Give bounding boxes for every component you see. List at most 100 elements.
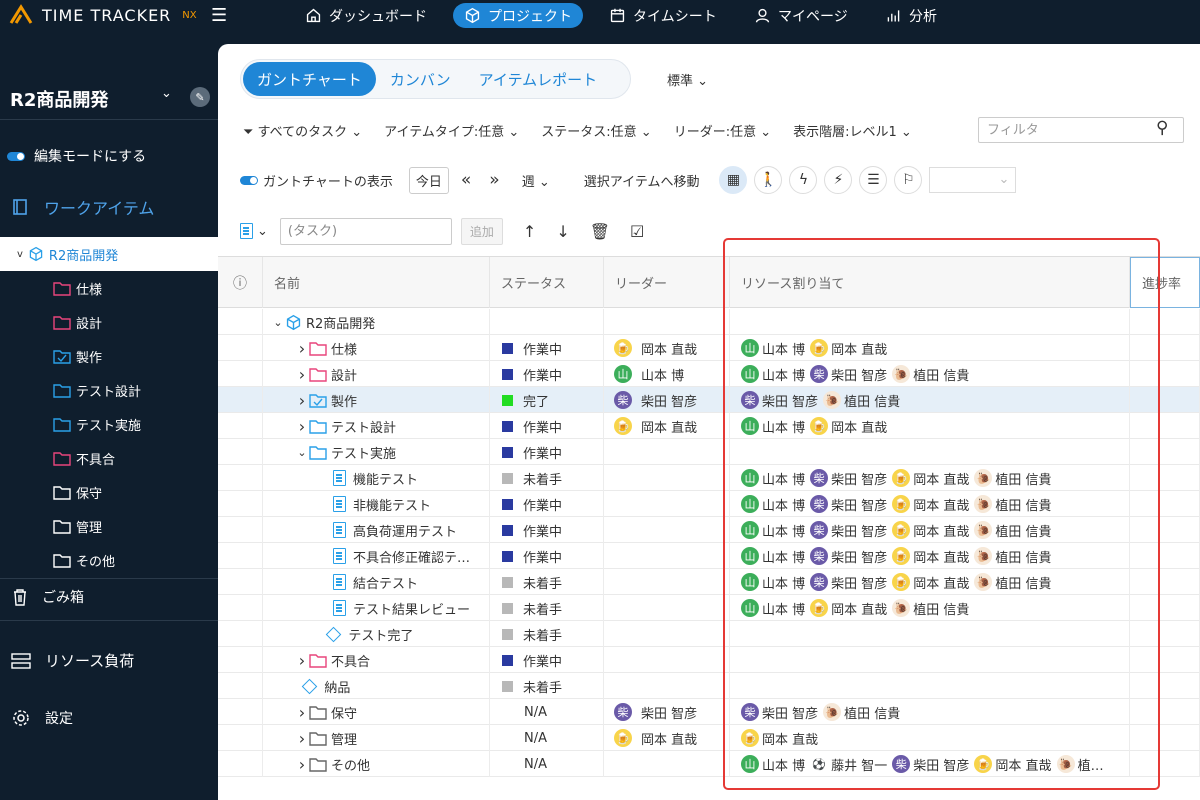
chevron-right-icon[interactable]: ›: [295, 365, 309, 384]
resource-cell[interactable]: [730, 673, 1130, 699]
sidebar-tree-item[interactable]: テスト実施: [53, 415, 141, 434]
chevron-right-icon[interactable]: ›: [295, 729, 309, 748]
filter-all-tasks[interactable]: ⏷ すべてのタスク ⌄: [243, 121, 362, 140]
status-cell[interactable]: N/A: [490, 725, 604, 751]
name-cell[interactable]: › テスト設計: [263, 413, 490, 439]
chevron-down-icon[interactable]: ⌄: [257, 224, 268, 239]
nav-analysis[interactable]: 分析: [874, 3, 948, 28]
chevron-down-icon[interactable]: ⌄: [161, 86, 172, 101]
name-cell[interactable]: › 管理: [263, 725, 490, 751]
name-cell[interactable]: ⌄ テスト実施: [263, 439, 490, 465]
table-row[interactable]: 高負荷運用テスト 作業中 山山本 博柴柴田 智彦 🍺 岡本 直哉 🐌 植田 信貴: [218, 517, 1200, 543]
info-icon[interactable]: ⓘ: [218, 257, 263, 308]
brand-logo[interactable]: TIME TRACKER NX: [8, 4, 197, 26]
status-cell[interactable]: N/A: [490, 699, 604, 725]
today-button[interactable]: 今日: [408, 166, 449, 194]
arrow-down-icon[interactable]: ↓: [556, 222, 569, 241]
leader-cell[interactable]: [604, 621, 730, 647]
stack-icon[interactable]: ☰: [859, 166, 888, 194]
name-cell[interactable]: 不具合修正確認テ…: [263, 543, 490, 569]
name-cell[interactable]: テスト完了: [263, 621, 490, 647]
resource-cell[interactable]: 山山本 博柴柴田 智彦 🍺 岡本 直哉 🐌 植田 信貴: [730, 517, 1130, 543]
sidebar-tree-item[interactable]: 設計: [53, 313, 102, 332]
name-cell[interactable]: › 不具合: [263, 647, 490, 673]
name-cell[interactable]: ⌄ R2商品開発: [263, 309, 490, 335]
table-row[interactable]: 不具合修正確認テ… 作業中 山山本 博柴柴田 智彦 🍺 岡本 直哉 🐌 植田 信貴: [218, 543, 1200, 569]
name-cell[interactable]: › その他: [263, 751, 490, 777]
zoom-select[interactable]: ⌄: [929, 167, 1017, 193]
sidebar-tree-item[interactable]: 不具合: [53, 449, 115, 468]
double-chevron-left-icon[interactable]: «: [461, 170, 471, 190]
task-name-input[interactable]: [279, 217, 452, 245]
table-row[interactable]: › 仕様 作業中 🍺 岡本 直哉山山本 博 🍺 岡本 直哉: [218, 335, 1200, 361]
resource-cell[interactable]: 山山本 博柴柴田 智彦 🍺 岡本 直哉 🐌 植田 信貴: [730, 543, 1130, 569]
name-cell[interactable]: 高負荷運用テスト: [263, 517, 490, 543]
chevron-down-icon[interactable]: ⌄: [295, 446, 309, 459]
search-icon[interactable]: ⚲: [1156, 118, 1168, 138]
status-cell[interactable]: 作業中: [490, 517, 604, 543]
double-chevron-right-icon[interactable]: »: [489, 170, 499, 190]
status-cell[interactable]: 作業中: [490, 491, 604, 517]
leader-cell[interactable]: [604, 465, 730, 491]
column-header-name[interactable]: 名前: [263, 257, 490, 308]
sidebar-item-trash[interactable]: ごみ箱: [12, 587, 84, 607]
column-header-status[interactable]: ステータス: [490, 257, 604, 308]
sidebar-tree-item[interactable]: その他: [53, 551, 115, 570]
leader-cell[interactable]: [604, 491, 730, 517]
nav-mypage[interactable]: マイページ: [743, 3, 859, 28]
name-cell[interactable]: 納品: [263, 673, 490, 699]
sidebar-tree-item[interactable]: 管理: [53, 517, 102, 536]
name-cell[interactable]: › 仕様: [263, 335, 490, 361]
status-cell[interactable]: [490, 309, 604, 335]
table-row[interactable]: › 保守 N/A 柴柴田 智彦柴柴田 智彦 🐌 植田 信貴: [218, 699, 1200, 725]
sidebar-item-resource-load[interactable]: リソース負荷: [11, 650, 134, 671]
status-cell[interactable]: 作業中: [490, 335, 604, 361]
table-row[interactable]: › 管理 N/A 🍺 岡本 直哉 🍺 岡本 直哉: [218, 725, 1200, 751]
project-name[interactable]: R2商品開発: [10, 86, 108, 112]
filter-level[interactable]: 表示階層:レベル1 ⌄: [793, 121, 912, 140]
name-cell[interactable]: › 製作: [263, 387, 490, 413]
nav-project[interactable]: プロジェクト: [453, 3, 583, 28]
leader-cell[interactable]: [604, 309, 730, 335]
flag-icon[interactable]: ⚐: [894, 166, 923, 194]
status-cell[interactable]: 作業中: [490, 413, 604, 439]
checkbox-icon[interactable]: ☑: [630, 222, 644, 241]
tab-kanban[interactable]: カンバン: [376, 62, 465, 96]
table-row[interactable]: › その他 N/A 山山本 博 ⚽ 藤井 智一柴柴田 智彦 🍺 岡本 直哉 🐌 植…: [218, 751, 1200, 777]
leader-cell[interactable]: 山山本 博: [604, 361, 730, 387]
chevron-down-icon[interactable]: ⌄: [271, 316, 285, 329]
column-header-resources[interactable]: リソース割り当て: [730, 257, 1130, 308]
table-row[interactable]: テスト結果レビュー 未着手 山山本 博 🍺 岡本 直哉 🐌 植田 信貴: [218, 595, 1200, 621]
resource-cell[interactable]: 山山本 博柴柴田 智彦 🍺 岡本 直哉 🐌 植田 信貴: [730, 491, 1130, 517]
table-row[interactable]: › 設計 作業中山山本 博山山本 博柴柴田 智彦 🐌 植田 信貴: [218, 361, 1200, 387]
leader-cell[interactable]: 柴柴田 智彦: [604, 699, 730, 725]
leader-cell[interactable]: [604, 647, 730, 673]
table-row[interactable]: 非機能テスト 作業中 山山本 博柴柴田 智彦 🍺 岡本 直哉 🐌 植田 信貴: [218, 491, 1200, 517]
chevron-right-icon[interactable]: ›: [295, 703, 309, 722]
resource-cell[interactable]: [730, 621, 1130, 647]
layout-dropdown[interactable]: 標準 ⌄: [667, 70, 708, 89]
table-row[interactable]: ⌄ テスト実施 作業中: [218, 439, 1200, 465]
chevron-down-icon[interactable]: v: [17, 249, 23, 260]
name-cell[interactable]: › 保守: [263, 699, 490, 725]
table-row[interactable]: ⌄ R2商品開発: [218, 309, 1200, 335]
nav-dashboard[interactable]: ダッシュボード: [294, 3, 438, 28]
resource-cell[interactable]: 山山本 博 🍺 岡本 直哉 🐌 植田 信貴: [730, 595, 1130, 621]
resource-cell[interactable]: [730, 309, 1130, 335]
status-cell[interactable]: 未着手: [490, 569, 604, 595]
resource-cell[interactable]: [730, 439, 1130, 465]
status-cell[interactable]: 作業中: [490, 439, 604, 465]
leader-cell[interactable]: [604, 595, 730, 621]
status-cell[interactable]: 未着手: [490, 621, 604, 647]
table-row[interactable]: 結合テスト 未着手 山山本 博柴柴田 智彦 🍺 岡本 直哉 🐌 植田 信貴: [218, 569, 1200, 595]
name-cell[interactable]: › 設計: [263, 361, 490, 387]
resource-cell[interactable]: 山山本 博 🍺 岡本 直哉: [730, 413, 1130, 439]
calendar-icon[interactable]: ▦: [719, 166, 748, 194]
nav-timesheet[interactable]: タイムシート: [598, 3, 728, 28]
leader-cell[interactable]: [604, 439, 730, 465]
chevron-right-icon[interactable]: ›: [295, 391, 309, 410]
leader-cell[interactable]: [604, 673, 730, 699]
chevron-right-icon[interactable]: ›: [295, 339, 309, 358]
gantt-toggle-switch[interactable]: [240, 175, 258, 185]
leader-cell[interactable]: 🍺 岡本 直哉: [604, 335, 730, 361]
